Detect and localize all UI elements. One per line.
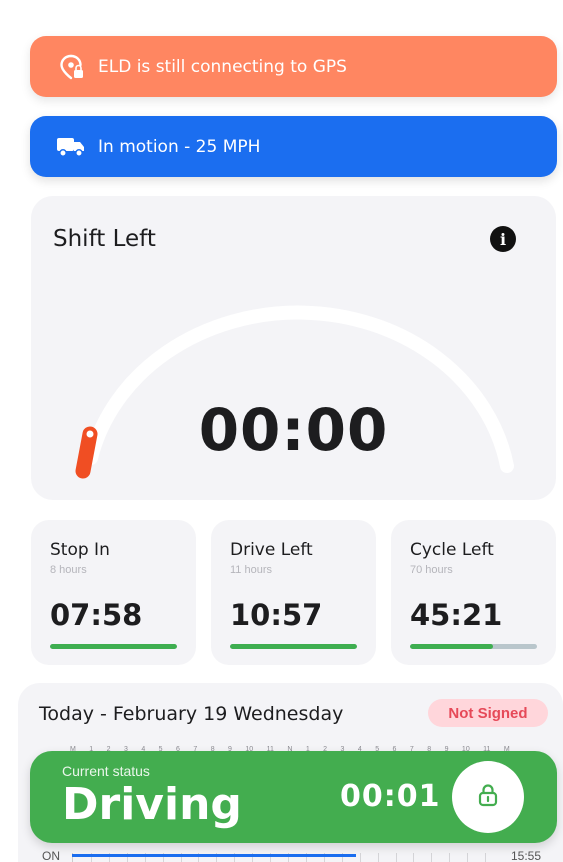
graph-hour-gridline — [359, 853, 361, 862]
shift-left-card: Shift Left i 00:00 — [31, 196, 556, 500]
stat-sublabel: 70 hours — [410, 564, 453, 576]
truck-icon — [56, 132, 86, 162]
log-date-title: Today - February 19 Wednesday — [39, 703, 344, 725]
stat-value: 45:21 — [410, 598, 503, 632]
status-timer: 00:01 — [340, 779, 441, 814]
cycle-left-card: Cycle Left 70 hours 45:21 — [391, 520, 556, 665]
graph-hour-gridline — [467, 853, 469, 862]
stat-sublabel: 8 hours — [50, 564, 87, 576]
stat-value: 07:58 — [50, 598, 143, 632]
stat-label: Cycle Left — [410, 540, 494, 560]
graph-hour-gridline — [449, 853, 451, 862]
graph-duty-line — [72, 854, 356, 857]
graph-row-total: 15:55 — [511, 849, 542, 862]
stat-sublabel: 11 hours — [230, 564, 272, 576]
stat-progress-bar — [410, 644, 537, 649]
stat-label: Drive Left — [230, 540, 313, 560]
graph-hour-gridline — [395, 853, 397, 862]
log-graph-row: ON 15:55 — [0, 843, 563, 862]
graph-hour-gridline — [431, 853, 433, 862]
motion-banner-text: In motion - 25 MPH — [98, 136, 261, 157]
current-status-bar[interactable]: Current status Driving 00:01 — [30, 751, 557, 843]
not-signed-badge[interactable]: Not Signed — [428, 699, 548, 727]
drive-left-card: Drive Left 11 hours 10:57 — [211, 520, 376, 665]
graph-hour-gridline — [485, 853, 487, 862]
graph-hour-gridline — [413, 853, 415, 862]
stat-progress-bar — [230, 644, 357, 649]
stat-progress-fill — [410, 644, 493, 649]
stop-in-card: Stop In 8 hours 07:58 — [31, 520, 196, 665]
shift-left-time: 00:00 — [198, 396, 389, 464]
shift-left-title: Shift Left — [53, 226, 156, 252]
status-value: Driving — [62, 779, 242, 830]
gps-banner-text: ELD is still connecting to GPS — [98, 56, 347, 77]
stat-value: 10:57 — [230, 598, 323, 632]
gps-warning-banner[interactable]: ELD is still connecting to GPS — [30, 36, 557, 97]
location-lock-icon — [56, 52, 86, 82]
lock-button[interactable] — [452, 761, 524, 833]
lock-icon — [474, 781, 502, 814]
stat-progress-bar — [50, 644, 177, 649]
graph-hour-gridline — [377, 853, 379, 862]
stat-progress-fill — [230, 644, 357, 649]
stat-progress-fill — [50, 644, 177, 649]
motion-status-banner[interactable]: In motion - 25 MPH — [30, 116, 557, 177]
graph-row-label: ON — [42, 849, 60, 862]
info-icon[interactable]: i — [490, 226, 516, 252]
status-caption: Current status — [62, 763, 150, 779]
stat-label: Stop In — [50, 540, 110, 560]
